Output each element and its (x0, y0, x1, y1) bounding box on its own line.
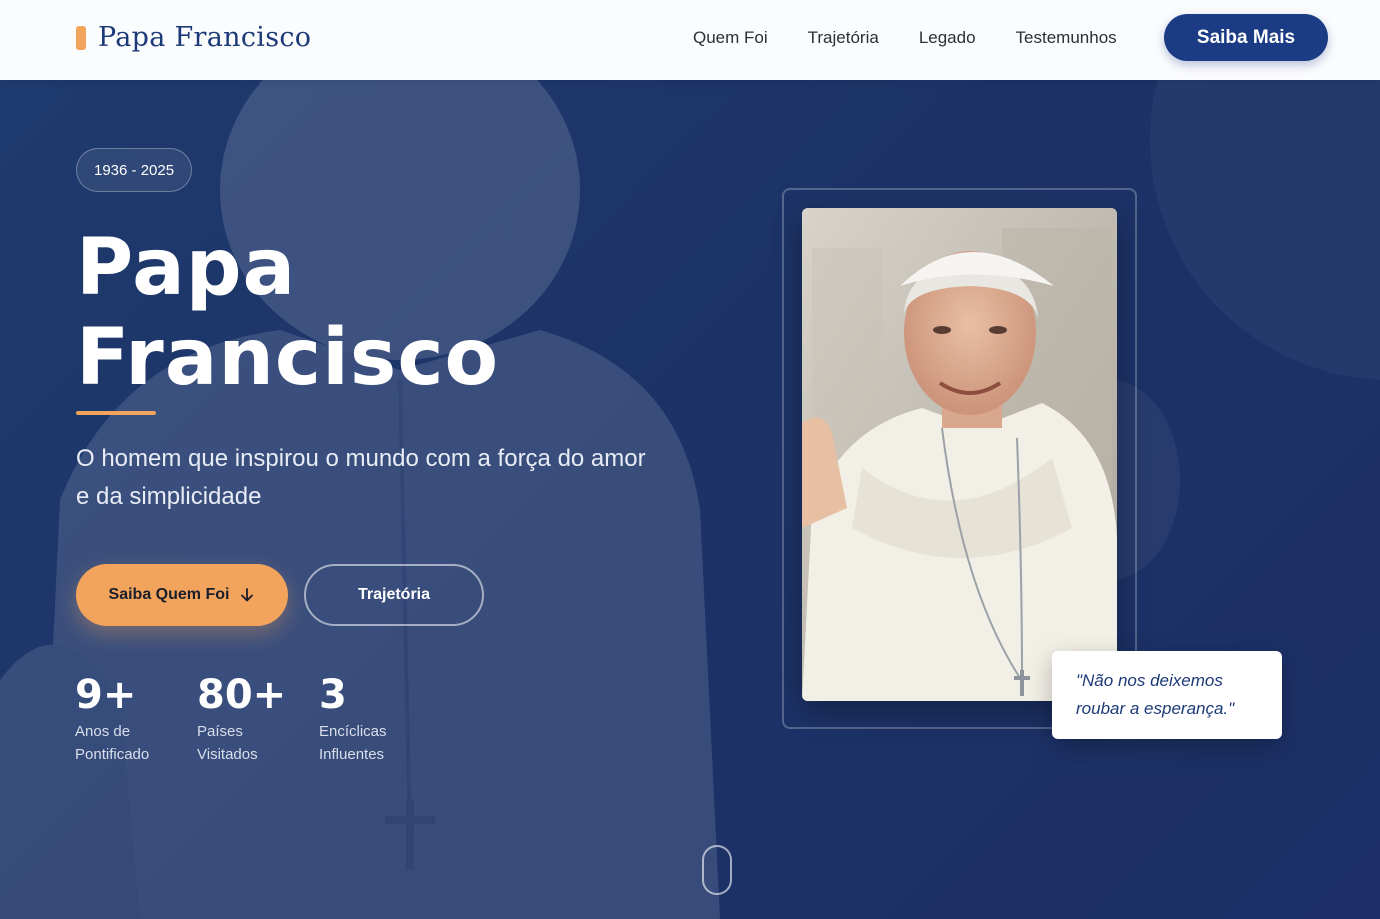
stat-number: 80+ (197, 672, 287, 718)
nav-link-testemunhos[interactable]: Testemunhos (1016, 28, 1117, 48)
saiba-mais-button[interactable]: Saiba Mais (1164, 14, 1328, 61)
arrow-down-icon (239, 587, 255, 603)
navbar: Papa Francisco Quem Foi Trajetória Legad… (0, 0, 1380, 80)
decorative-circle (1150, 80, 1380, 380)
stat-label: Encíclicas Influentes (319, 723, 387, 763)
stat-number: 3 (319, 672, 347, 718)
hero-subtitle: O homem que inspirou o mundo com a força… (76, 445, 646, 510)
stat-label: Países Visitados (197, 723, 258, 763)
logo-accent-bar (76, 25, 86, 50)
title-underline (76, 411, 156, 415)
logo-text: Papa Francisco (98, 22, 312, 53)
hero-title-line-1: Papa (76, 223, 297, 313)
quote-card: "Não nos deixemos roubar a esperança." (1052, 651, 1282, 739)
stats-row: 9+ Anos de Pontificado 80+ Países Visita… (75, 672, 441, 766)
hero-title: Papa Francisco (76, 223, 499, 403)
stat-label: Anos de Pontificado (75, 723, 150, 763)
hero-section: 1936 - 2025 Papa Francisco O homem que i… (0, 80, 1380, 919)
stat-item: 9+ Anos de Pontificado (75, 672, 165, 766)
stat-item: 80+ Países Visitados (197, 672, 287, 766)
trajetoria-button[interactable]: Trajetória (304, 564, 484, 626)
saiba-quem-foi-button[interactable]: Saiba Quem Foi (76, 564, 288, 626)
nav-link-trajetoria[interactable]: Trajetória (808, 28, 879, 48)
pope-portrait-image (802, 208, 1117, 701)
quote-text: "Não nos deixemos roubar a esperança." (1076, 671, 1235, 718)
nav-link-quem-foi[interactable]: Quem Foi (693, 28, 768, 48)
stat-item: 3 Encíclicas Influentes (319, 672, 409, 766)
scroll-indicator[interactable] (702, 845, 732, 895)
nav-links: Quem Foi Trajetória Legado Testemunhos (693, 28, 1157, 48)
stat-number: 9+ (75, 672, 137, 718)
nav-link-legado[interactable]: Legado (919, 28, 976, 48)
years-badge: 1936 - 2025 (76, 148, 193, 192)
saiba-quem-foi-label: Saiba Quem Foi (108, 586, 230, 603)
logo[interactable]: Papa Francisco (76, 22, 311, 53)
hero-title-line-2: Francisco (76, 313, 500, 403)
